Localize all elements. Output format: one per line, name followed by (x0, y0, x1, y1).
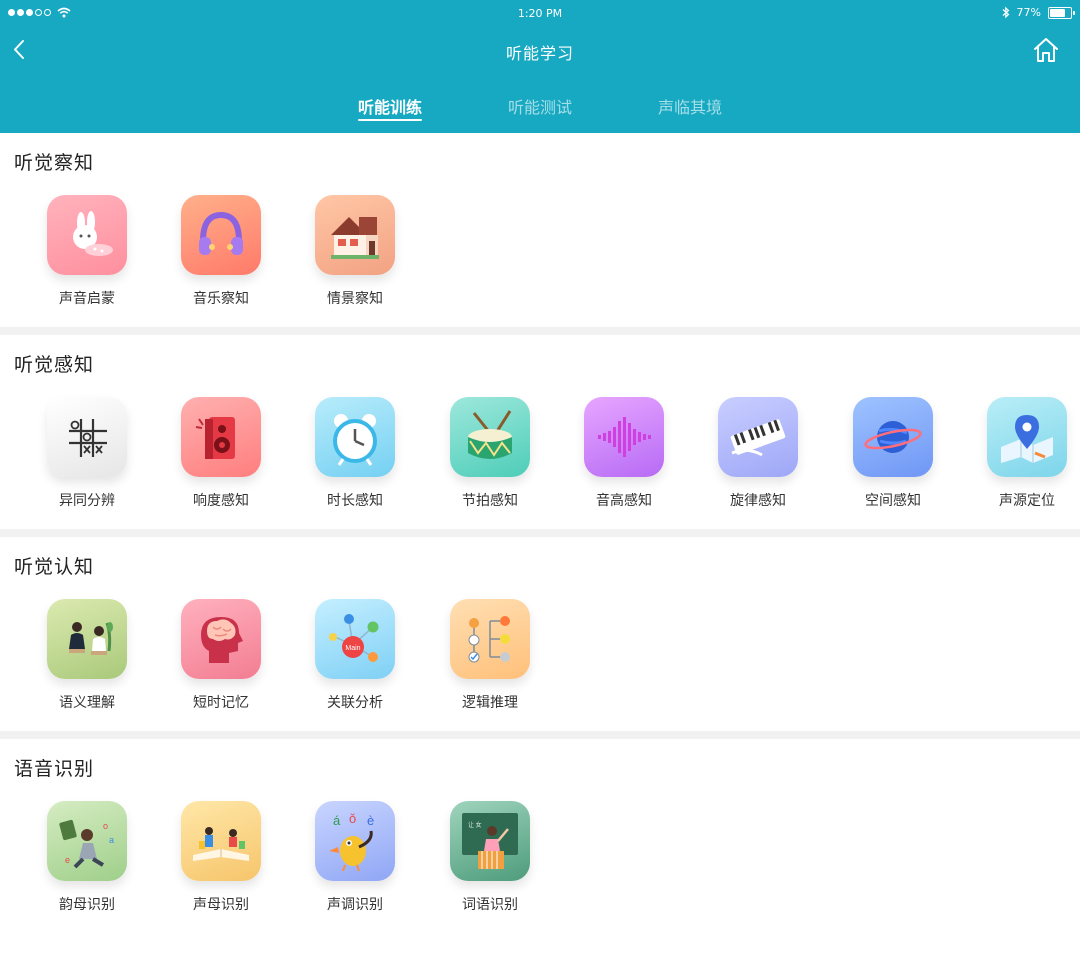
svg-text:e: e (65, 855, 70, 865)
section-hearing-cognition: 听觉认知 语义理解 短时记忆 Main 关联分析 逻辑推理 (0, 537, 1080, 731)
bluetooth-icon (1002, 6, 1009, 19)
house-icon (315, 195, 395, 275)
tab-bar: 听能训练 听能测试 声临其境 (0, 94, 1080, 124)
section-hearing-detection: 听觉察知 声音启蒙 音乐察知 情景察知 (0, 133, 1080, 327)
battery-icon (1048, 6, 1075, 19)
item-label: 韵母识别 (59, 897, 115, 913)
item-label: 异同分辨 (59, 493, 115, 509)
svg-text:a: a (109, 835, 114, 845)
bird-tones-icon: áǒè (315, 801, 395, 881)
item-label: 词语识别 (462, 897, 518, 913)
item-pitch-perception[interactable]: 音高感知 (574, 397, 674, 510)
status-bar: 1:20 PM 77% (0, 0, 1080, 28)
location-map-icon (987, 397, 1067, 477)
page-title: 听能学习 (505, 44, 574, 63)
alarm-clock-icon (315, 397, 395, 477)
item-scene-detection[interactable]: 情景察知 (305, 195, 405, 308)
teacher-board-icon: 让 女 (450, 801, 530, 881)
section-title: 听觉认知 (14, 552, 97, 579)
speaker-icon (181, 397, 261, 477)
pop-up-book-icon (181, 801, 261, 881)
svg-text:á: á (333, 813, 341, 828)
section-items: 语义理解 短时记忆 Main 关联分析 逻辑推理 (0, 599, 1080, 719)
tic-tac-toe-icon (47, 397, 127, 477)
item-loudness-perception[interactable]: 响度感知 (171, 397, 271, 510)
bunny-icon (47, 195, 127, 275)
svg-text:o: o (103, 821, 108, 831)
svg-text:Main: Main (345, 645, 360, 652)
tab-immersive[interactable]: 声临其境 (650, 94, 730, 118)
planet-icon (853, 397, 933, 477)
item-short-term-memory[interactable]: 短时记忆 (171, 599, 271, 712)
home-button[interactable] (1032, 36, 1060, 64)
section-items: 声音启蒙 音乐察知 情景察知 (0, 195, 1080, 315)
item-label: 音乐察知 (193, 291, 249, 307)
app-header: 1:20 PM 77% 听能学习 听能训练 听能测试 声临其境 (0, 0, 1080, 133)
item-final-recognition[interactable]: e oa 韵母识别 (37, 801, 137, 914)
mind-map-icon: Main (315, 599, 395, 679)
item-sound-enlightenment[interactable]: 声音启蒙 (37, 195, 137, 308)
item-label: 声源定位 (999, 493, 1055, 509)
item-difference-discrimination[interactable]: 异同分辨 (37, 397, 137, 510)
svg-text:让 女: 让 女 (468, 821, 482, 829)
section-title: 听觉感知 (14, 350, 97, 377)
item-initial-recognition[interactable]: 声母识别 (171, 801, 271, 914)
item-word-recognition[interactable]: 让 女 词语识别 (440, 801, 540, 914)
logic-tree-icon (450, 599, 530, 679)
back-button[interactable] (8, 36, 32, 64)
headphones-icon (181, 195, 261, 275)
item-label: 逻辑推理 (462, 695, 518, 711)
section-divider (0, 731, 1080, 739)
item-space-perception[interactable]: 空间感知 (843, 397, 943, 510)
chevron-left-icon (14, 40, 24, 59)
item-label: 时长感知 (327, 493, 383, 509)
section-divider (0, 529, 1080, 537)
piano-keyboard-icon (718, 397, 798, 477)
item-label: 声调识别 (327, 897, 383, 913)
item-label: 声母识别 (193, 897, 249, 913)
item-label: 声音启蒙 (59, 291, 115, 307)
item-label: 语义理解 (59, 695, 115, 711)
section-title: 听觉察知 (14, 148, 97, 175)
item-sound-localization[interactable]: 声源定位 (977, 397, 1077, 510)
item-melody-perception[interactable]: 旋律感知 (708, 397, 808, 510)
sound-wave-icon (584, 397, 664, 477)
drum-icon (450, 397, 530, 477)
item-label: 短时记忆 (193, 695, 249, 711)
svg-text:ǒ: ǒ (349, 811, 356, 826)
section-hearing-perception: 听觉感知 异同分辨 响度感知 时长感知 节拍感知 音高感知 旋律感知 空间感知 … (0, 335, 1080, 529)
item-beat-perception[interactable]: 节拍感知 (440, 397, 540, 510)
item-duration-perception[interactable]: 时长感知 (305, 397, 405, 510)
tab-testing[interactable]: 听能测试 (500, 94, 580, 118)
item-label: 关联分析 (327, 695, 383, 711)
section-items: 异同分辨 响度感知 时长感知 节拍感知 音高感知 旋律感知 空间感知 声源定位 (0, 397, 1080, 517)
item-music-detection[interactable]: 音乐察知 (171, 195, 271, 308)
battery-percent: 77% (1016, 6, 1041, 19)
item-semantic-understanding[interactable]: 语义理解 (37, 599, 137, 712)
item-logical-reasoning[interactable]: 逻辑推理 (440, 599, 540, 712)
item-association-analysis[interactable]: Main 关联分析 (305, 599, 405, 712)
home-icon (1034, 38, 1058, 62)
head-brain-icon (181, 599, 261, 679)
section-speech-recognition: 语音识别 e oa 韵母识别 声母识别 áǒè 声调识别 让 女 词语识别 (0, 739, 1080, 953)
item-label: 节拍感知 (462, 493, 518, 509)
reading-girl-icon: e oa (47, 801, 127, 881)
battery-level (1050, 8, 1065, 17)
status-right: 77% (1002, 6, 1075, 19)
item-label: 音高感知 (596, 493, 652, 509)
section-title: 语音识别 (14, 754, 97, 781)
item-label: 响度感知 (193, 493, 249, 509)
conversation-people-icon (47, 599, 127, 679)
item-label: 情景察知 (327, 291, 383, 307)
svg-text:è: è (367, 813, 374, 828)
item-tone-recognition[interactable]: áǒè 声调识别 (305, 801, 405, 914)
section-divider (0, 327, 1080, 335)
section-items: e oa 韵母识别 声母识别 áǒè 声调识别 让 女 词语识别 (0, 801, 1080, 921)
status-time: 1:20 PM (517, 7, 563, 20)
item-label: 旋律感知 (730, 493, 786, 509)
item-label: 空间感知 (865, 493, 921, 509)
tab-training[interactable]: 听能训练 (350, 94, 430, 121)
